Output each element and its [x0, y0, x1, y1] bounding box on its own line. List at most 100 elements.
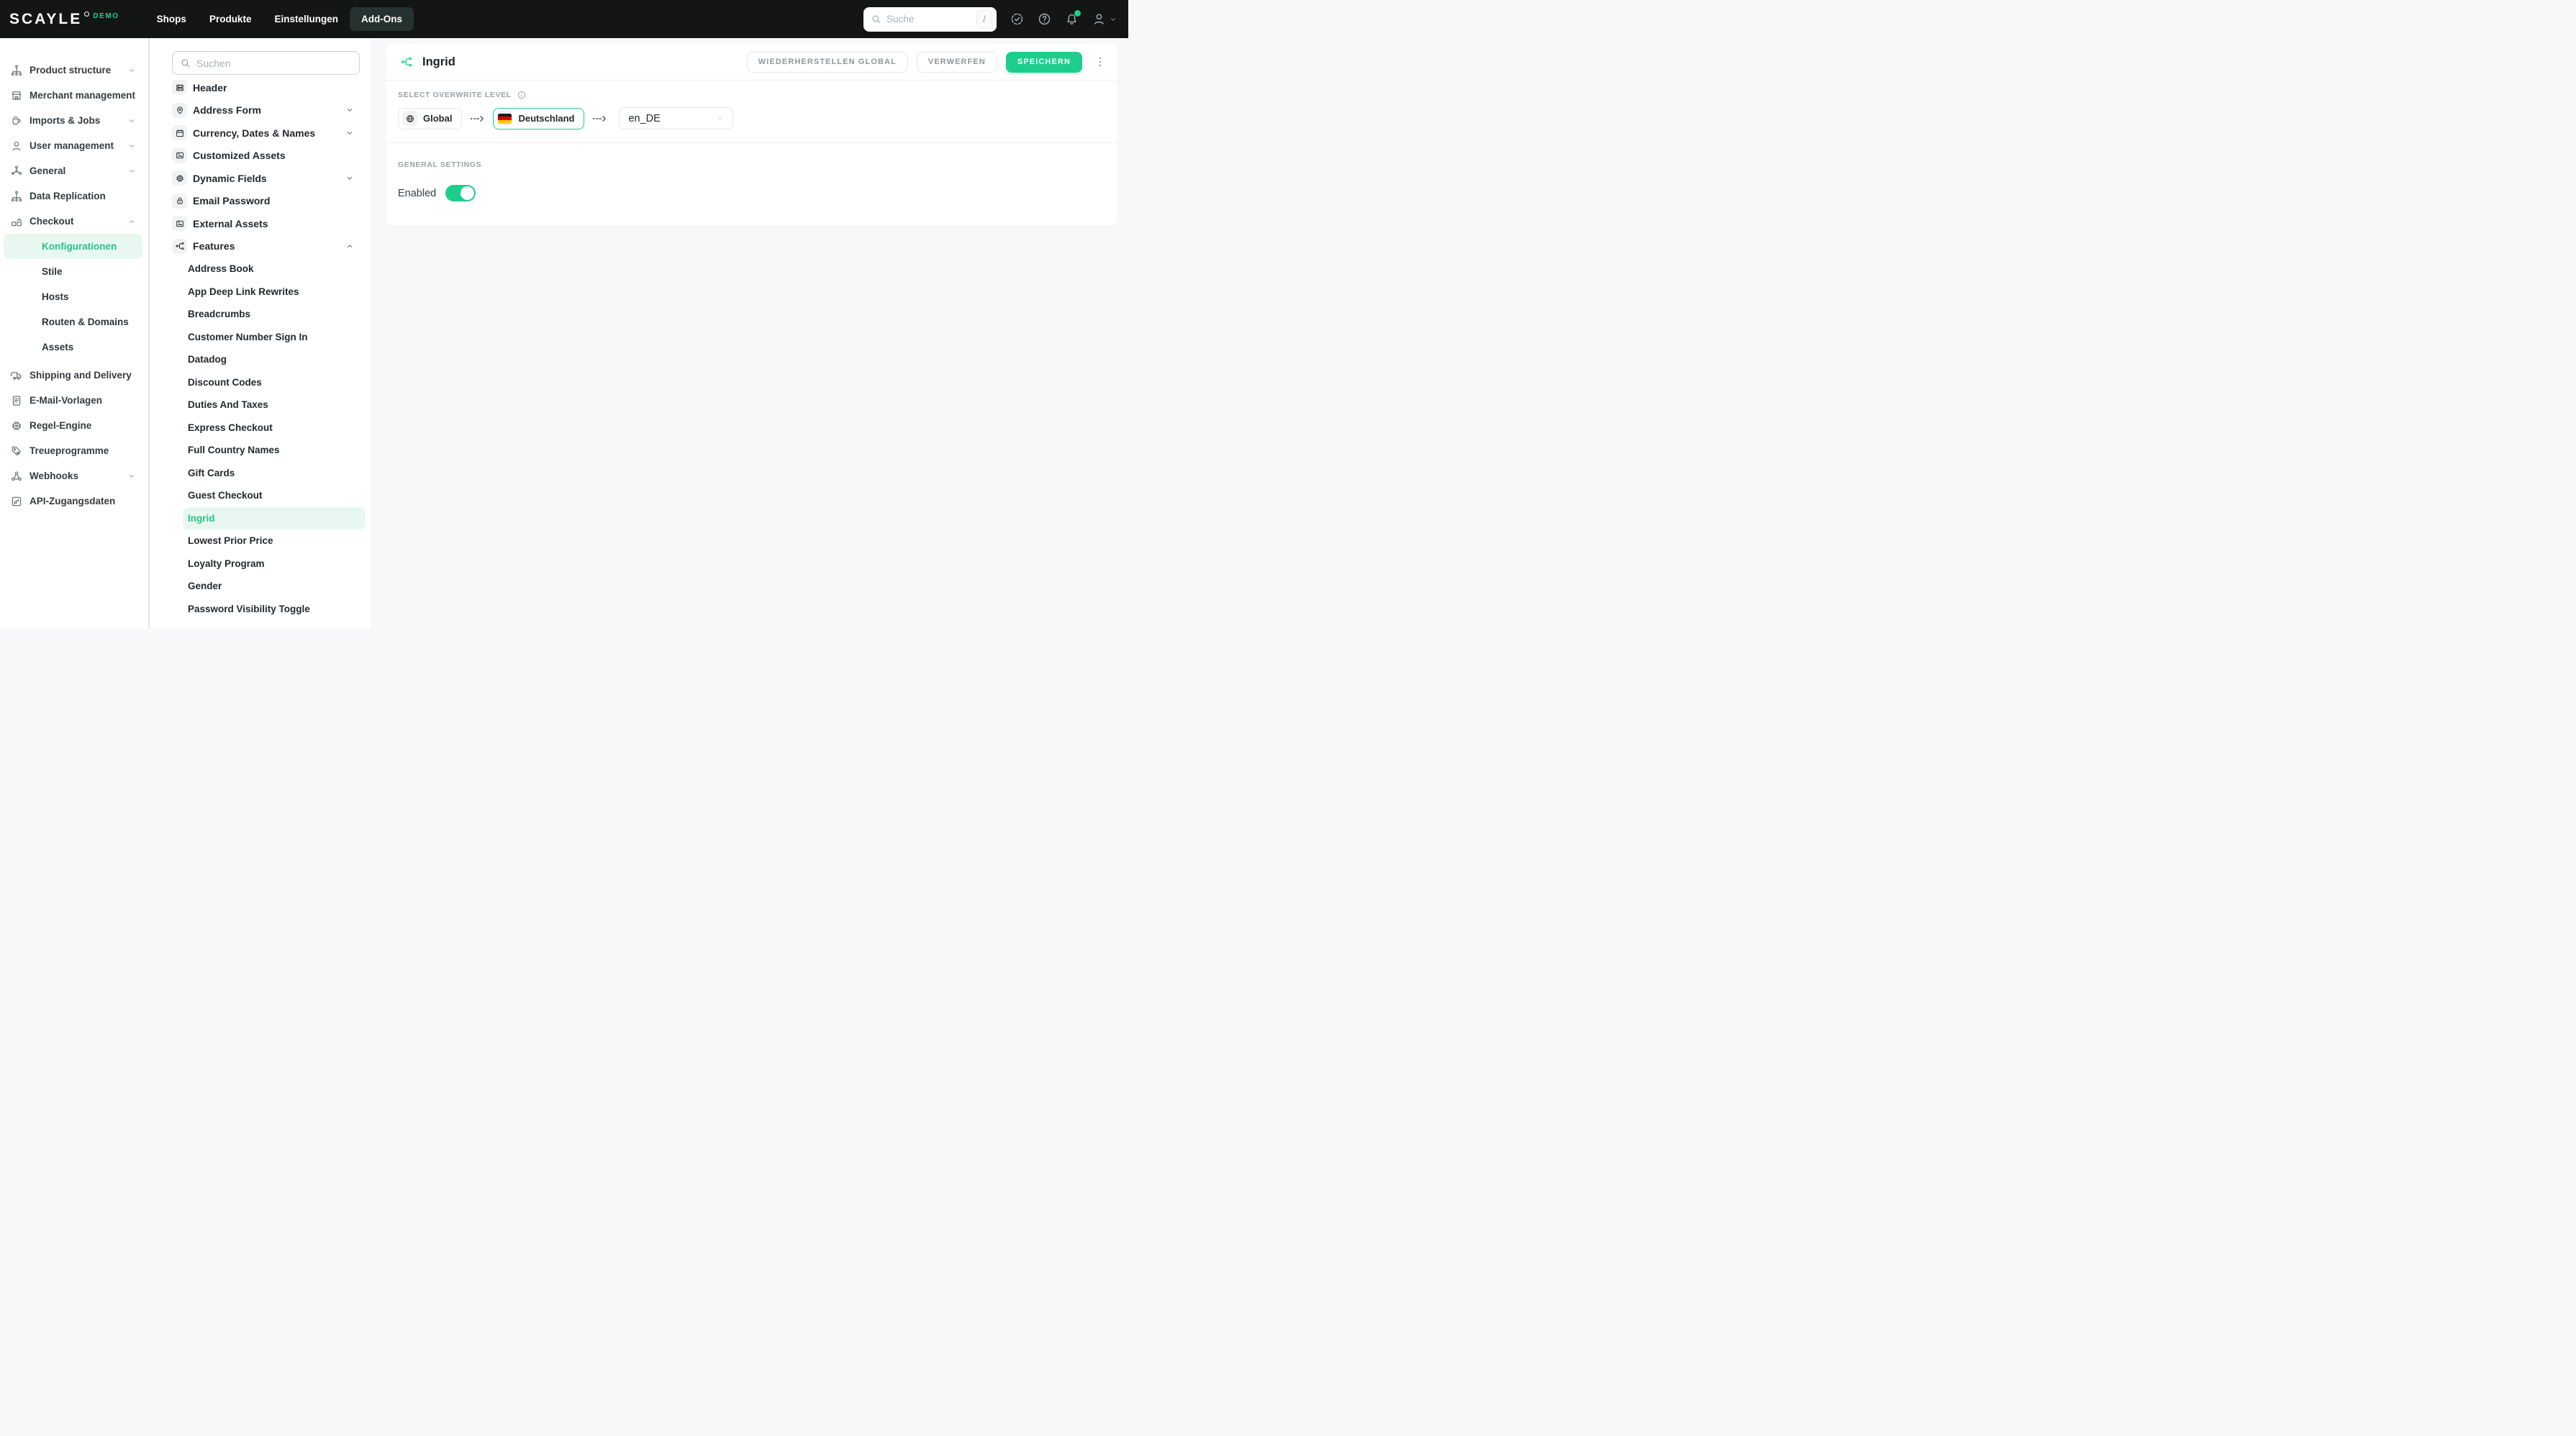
sidebar-item-api-zugangsdaten[interactable]: API-Zugangsdaten	[0, 488, 148, 514]
panel-subitem-gender[interactable]: Gender	[172, 575, 360, 598]
info-icon[interactable]	[517, 90, 527, 100]
cup-icon	[10, 114, 23, 127]
topnav-shops[interactable]: Shops	[145, 7, 198, 31]
germany-flag-icon	[498, 113, 512, 124]
panel-subitem-duties-and-taxes[interactable]: Duties And Taxes	[172, 394, 360, 417]
sidebar-item-label: E-Mail-Vorlagen	[30, 395, 103, 406]
sidebar-item-webhooks[interactable]: Webhooks	[0, 463, 148, 488]
panel-list: Header Address Form Currency, Dates & Name…	[172, 76, 366, 621]
restore-global-button[interactable]: WIEDERHERSTELLEN GLOBAL	[746, 51, 908, 73]
panel-item-label: Header	[193, 81, 227, 94]
panel-subitem-discount-codes[interactable]: Discount Codes	[172, 371, 360, 394]
pin-icon	[172, 102, 187, 118]
panel-subitem-datadog[interactable]: Datadog	[172, 348, 360, 371]
panel-item-dynamic-fields[interactable]: Dynamic Fields	[172, 167, 360, 190]
save-button[interactable]: SPEICHERN	[1005, 51, 1082, 73]
key-icon	[10, 495, 23, 508]
panel-item-label: Currency, Dates & Names	[193, 127, 316, 139]
rows-icon	[172, 80, 187, 96]
search-icon	[180, 58, 191, 68]
panel-search-input[interactable]	[196, 57, 352, 69]
sidebar-item-regel-engine[interactable]: Regel-Engine	[0, 413, 148, 438]
sidebar-item-imports-jobs[interactable]: Imports & Jobs	[0, 108, 148, 133]
sidebar-item-merchant-management[interactable]: Merchant management	[0, 83, 148, 108]
sidebar-item-label: Treueprogramme	[30, 445, 109, 456]
topbar-icons	[1010, 10, 1117, 27]
sidebar-subitem-routen-domains[interactable]: Routen & Domains	[0, 309, 148, 335]
truck-icon	[10, 369, 23, 382]
panel-item-email-password[interactable]: Email Password	[172, 190, 360, 213]
calendar-icon	[172, 125, 187, 141]
activity-history-icon[interactable]	[1010, 12, 1025, 27]
page-title: Ingrid	[422, 55, 455, 68]
hierarchy-icon	[10, 190, 23, 203]
sidebar-item-data-replication[interactable]: Data Replication	[0, 183, 148, 209]
sidebar-subitem-hosts[interactable]: Hosts	[0, 284, 148, 309]
panel-search[interactable]	[172, 51, 360, 75]
sidebar-item-treueprogramme[interactable]: Treueprogramme	[0, 438, 148, 463]
card-actions: WIEDERHERSTELLEN GLOBAL VERWERFEN SPEICH…	[746, 51, 1107, 73]
chevron-down-icon	[128, 117, 135, 124]
panel-subitem-app-deep-link-rewrites[interactable]: App Deep Link Rewrites	[172, 281, 360, 304]
discard-button[interactable]: VERWERFEN	[916, 51, 997, 73]
topnav-add-ons[interactable]: Add-Ons	[349, 7, 414, 31]
panel-subitem-ingrid[interactable]: Ingrid	[183, 506, 366, 530]
country-level-chip[interactable]: Deutschland	[493, 107, 585, 129]
panel-item-address-form[interactable]: Address Form	[172, 99, 360, 122]
overwrite-level-chips: Global Deutschland en_DE	[398, 107, 1102, 129]
features-branch-icon	[400, 55, 413, 68]
panel-subitem-address-book[interactable]: Address Book	[172, 258, 360, 281]
search-icon	[871, 14, 881, 24]
panel-subitem-loyalty-program[interactable]: Loyalty Program	[172, 553, 360, 576]
sidebar-item-product-structure[interactable]: Product structure	[0, 58, 148, 83]
panel-subitem-gift-cards[interactable]: Gift Cards	[172, 462, 360, 485]
sidebar-subitem-konfigurationen[interactable]: Konfigurationen	[4, 234, 142, 259]
toggle-knob	[461, 186, 475, 200]
user-menu[interactable]	[1092, 12, 1117, 27]
topnav-einstellungen[interactable]: Einstellungen	[263, 7, 350, 31]
sidebar-nav: Product structure Merchant management Impo…	[0, 38, 150, 629]
panel-subitem-lowest-prior-price[interactable]: Lowest Prior Price	[172, 530, 360, 553]
panel-subitem-breadcrumbs[interactable]: Breadcrumbs	[172, 303, 360, 326]
panel-item-label: Customized Assets	[193, 150, 286, 162]
sidebar-subitem-stile[interactable]: Stile	[0, 259, 148, 284]
enabled-toggle[interactable]	[445, 185, 476, 201]
notification-dot	[1074, 10, 1081, 17]
panel-item-features[interactable]: Features	[172, 235, 360, 258]
branch-icon	[172, 238, 187, 254]
locale-select[interactable]: en_DE	[619, 107, 734, 129]
chevron-down-icon	[128, 67, 135, 74]
panel-subitem-full-country-names[interactable]: Full Country Names	[172, 439, 360, 462]
sidebar-item-e-mail-vorlagen[interactable]: E-Mail-Vorlagen	[0, 388, 148, 413]
panel-subitem-password-visibility-toggle[interactable]: Password Visibility Toggle	[172, 598, 360, 621]
sidebar-item-shipping-and-delivery[interactable]: Shipping and Delivery	[0, 363, 148, 388]
panel-item-header[interactable]: Header	[172, 76, 360, 99]
sidebar-item-label: Checkout	[30, 216, 74, 227]
panel-item-currency-dates-names[interactable]: Currency, Dates & Names	[172, 122, 360, 145]
panel-subitem-guest-checkout[interactable]: Guest Checkout	[172, 484, 360, 507]
sidebar-item-label: Product structure	[30, 65, 112, 76]
notifications-bell-icon[interactable]	[1064, 10, 1081, 27]
overwrite-level-section: SELECT OVERWRITE LEVEL Global Deutschlan…	[386, 81, 1117, 143]
scayle-logo: SCAYLE DEMO	[9, 10, 119, 29]
panel-item-external-assets[interactable]: External Assets	[172, 212, 360, 235]
panel-subitem-express-checkout[interactable]: Express Checkout	[172, 417, 360, 440]
global-level-chip[interactable]: Global	[398, 107, 463, 129]
more-options-kebab-icon[interactable]	[1094, 55, 1107, 69]
sidebar-item-general[interactable]: General	[0, 158, 148, 183]
sidebar-subitem-assets[interactable]: Assets	[0, 335, 148, 360]
dashed-arrow-icon	[470, 114, 485, 123]
sidebar-item-label: User management	[30, 140, 114, 151]
global-search[interactable]: /	[863, 6, 997, 32]
topnav-produkte[interactable]: Produkte	[198, 7, 263, 31]
panel-subitem-customer-number-sign-in[interactable]: Customer Number Sign In	[172, 326, 360, 349]
chevron-down-icon	[346, 175, 353, 182]
lock-icon	[172, 193, 187, 209]
search-input[interactable]	[886, 14, 971, 24]
sidebar-item-checkout[interactable]: Checkout	[0, 209, 148, 234]
panel-item-customized-assets[interactable]: Customized Assets	[172, 145, 360, 168]
sidebar-item-user-management[interactable]: User management	[0, 133, 148, 158]
chip-icon	[10, 419, 23, 432]
image-icon	[172, 147, 187, 163]
help-icon[interactable]	[1037, 12, 1052, 27]
